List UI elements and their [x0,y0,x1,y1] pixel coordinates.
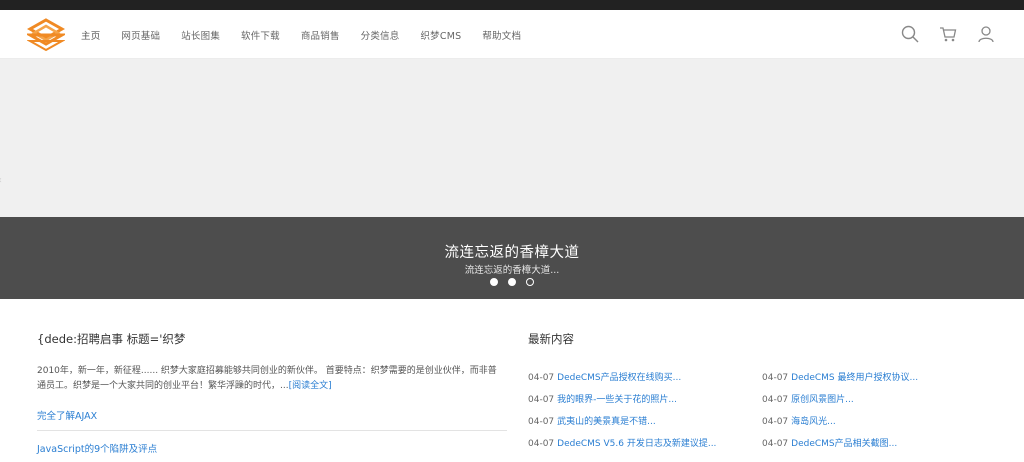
news-title[interactable]: 武夷山的美景真是不错... [557,417,656,427]
nav-item-gallery[interactable]: 站长图集 [181,28,220,42]
read-more-link[interactable]: [阅读全文] [289,381,332,391]
cart-icon[interactable] [938,24,958,44]
news-title[interactable]: DedeCMS V5.6 开发日志及新建议提... [557,439,716,449]
news-date: 04-07 [762,417,789,427]
list-item[interactable]: 04-07 DedeCMS产品相关截图... [762,436,996,452]
news-title[interactable]: DedeCMS产品授权在线购买... [557,373,681,383]
news-date: 04-07 [528,395,555,405]
nav-item-products[interactable]: 商品销售 [301,28,340,42]
recruit-summary: 2010年，新一年，新征程...... 织梦大家庭招募能够共同创业的新伙伴。 首… [37,364,504,394]
main-nav: 主页 网页基础 站长图集 软件下载 商品销售 分类信息 织梦CMS 帮助文档 [81,10,542,59]
slider-dot-2[interactable] [508,278,516,286]
list-item[interactable]: 04-07 DedeCMS V5.6 开发日志及新建议提... [528,436,762,452]
list-item[interactable]: 04-07 海岛风光... [762,414,996,430]
nav-item-classifieds[interactable]: 分类信息 [361,28,400,42]
recruit-section: {dede:招聘启事 标题='织梦 2010年，新一年，新征程...... 织梦… [37,330,507,455]
nav-item-dedecms[interactable]: 织梦CMS [420,28,461,42]
slide-caption: 流连忘返的香樟大道 流连忘返的香樟大道... [0,217,1024,299]
latest-title: 最新内容 [528,332,574,346]
recruit-summary-text: 2010年，新一年，新征程...... 织梦大家庭招募能够共同创业的新伙伴。 首… [37,366,497,391]
latest-section: 最新内容 04-07 DedeCMS产品授权在线购买... 04-07 DedeCM… [528,330,998,449]
site-header: 主页 网页基础 站长图集 软件下载 商品销售 分类信息 织梦CMS 帮助文档 [0,10,1024,59]
header-icons [900,24,996,44]
top-strip [0,0,1024,10]
slider-prev-arrow-icon[interactable]: ‹ [0,176,4,186]
nav-item-help[interactable]: 帮助文档 [482,28,521,42]
news-date: 04-07 [528,417,555,427]
user-icon[interactable] [976,24,996,44]
slider-dots [0,278,1024,286]
article-link-ajax[interactable]: 完全了解AJAX [37,408,97,422]
news-title[interactable]: 海岛风光... [791,417,836,427]
list-item[interactable]: 04-07 DedeCMS 最终用户授权协议... [762,370,996,386]
news-date: 04-07 [528,439,555,449]
news-title[interactable]: 我的眼界-一些关于花的照片... [557,395,677,405]
news-title[interactable]: DedeCMS产品相关截图... [791,439,897,449]
nav-item-downloads[interactable]: 软件下载 [241,28,280,42]
news-date: 04-07 [762,439,789,449]
slide-subtitle: 流连忘返的香樟大道... [464,265,560,276]
list-item[interactable]: 04-07 原创风景图片... [762,392,996,408]
nav-item-home[interactable]: 主页 [81,28,100,42]
article-link-javascript[interactable]: JavaScript的9个陷阱及评点 [37,441,157,455]
divider [37,430,507,431]
recruit-title: {dede:招聘启事 标题='织梦 [37,332,186,346]
list-item[interactable]: 04-07 武夷山的美景真是不错... [528,414,762,430]
list-item[interactable]: 04-07 我的眼界-一些关于花的照片... [528,392,762,408]
news-date: 04-07 [762,373,789,383]
list-item[interactable]: 04-07 DedeCMS产品授权在线购买... [528,370,762,386]
logo[interactable] [24,18,68,52]
news-date: 04-07 [528,373,555,383]
news-title[interactable]: DedeCMS 最终用户授权协议... [791,373,918,383]
slide-title: 流连忘返的香樟大道 [444,245,580,261]
latest-news-list: 04-07 DedeCMS产品授权在线购买... 04-07 DedeCMS 最终用… [528,370,998,452]
news-title[interactable]: 原创风景图片... [791,395,854,405]
nav-item-web-basics[interactable]: 网页基础 [121,28,160,42]
news-date: 04-07 [762,395,789,405]
hero-slider[interactable]: ‹ 流连忘返的香樟大道 流连忘返的香樟大道... [0,59,1024,299]
slider-dot-1[interactable] [490,278,498,286]
search-icon[interactable] [900,24,920,44]
slider-dot-3[interactable] [526,278,534,286]
